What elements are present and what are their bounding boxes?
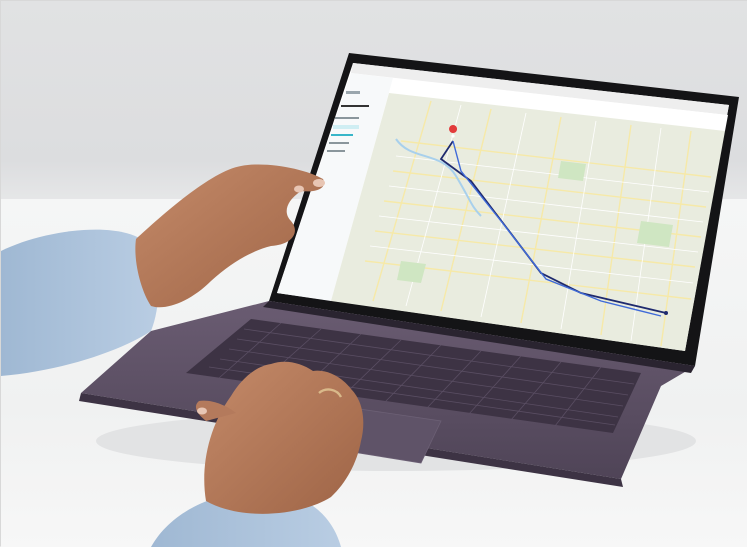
fingernail	[294, 185, 304, 193]
photo-frame	[0, 0, 747, 547]
fingernail	[197, 407, 207, 415]
fingernail	[313, 179, 325, 187]
route-end-marker[interactable]	[664, 311, 668, 315]
sidebar-item[interactable]	[329, 142, 349, 144]
sidebar-item[interactable]	[327, 150, 345, 152]
sidebar-heading	[341, 105, 369, 107]
sidebar-item[interactable]	[335, 117, 359, 119]
sidebar-logo	[346, 91, 360, 94]
location-pin-dot	[451, 134, 455, 138]
map-park	[397, 261, 426, 283]
sidebar-subitem[interactable]	[331, 134, 353, 136]
map-park	[558, 161, 586, 181]
map-park	[637, 221, 673, 247]
sidebar-item-active[interactable]	[333, 125, 359, 129]
scene-illustration	[1, 53, 739, 547]
